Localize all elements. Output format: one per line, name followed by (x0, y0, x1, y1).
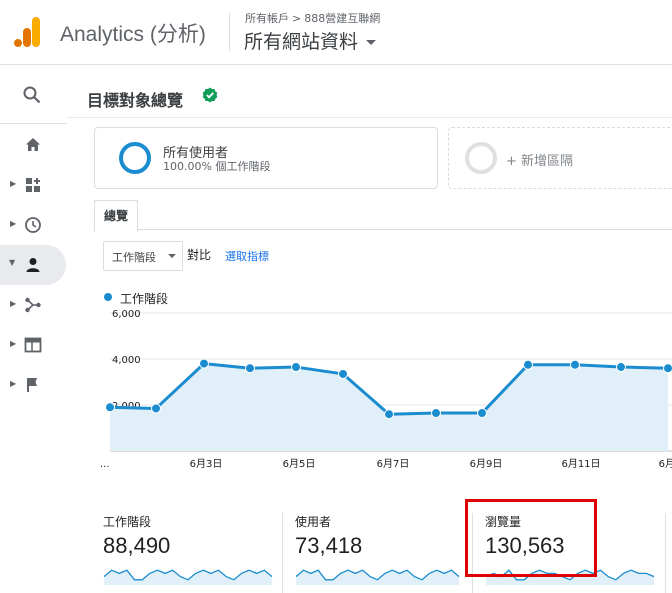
person-icon[interactable] (24, 256, 42, 274)
breadcrumb-property[interactable]: 888營建互聯網 (304, 12, 380, 25)
top-bar: Analytics (分析) 所有帳戶 >888營建互聯網 所有網站資料 (0, 0, 672, 65)
acquisition-icon[interactable] (24, 296, 42, 314)
scorecard-users[interactable]: 使用者 73,418 (295, 513, 465, 593)
home-icon[interactable] (24, 136, 42, 154)
select-metric-link[interactable]: 選取指標 (225, 248, 269, 264)
verified-check-icon (202, 87, 218, 103)
metric-dropdown-value[interactable]: 工作階段 (112, 249, 156, 265)
scorecard-value: 88,490 (103, 533, 171, 558)
data-point (431, 408, 441, 419)
data-point (151, 403, 161, 414)
data-point (384, 409, 394, 420)
sessions-line-chart[interactable]: 6,0004,0002,000... 6月3日 6月5日 6月7日 6月9日 6月11日 6… (100, 305, 672, 470)
vs-label: 對比 (187, 248, 212, 262)
segment-share: 100.00% 個工作階段 (163, 160, 271, 173)
x-tick-label: 6月3日 (190, 458, 223, 470)
x-tick-label: 6月11日 (561, 458, 600, 470)
collapse-arrow-icon[interactable]: ▼ (9, 258, 15, 267)
sparkline (295, 569, 460, 585)
highlight-box (465, 499, 597, 577)
sidebar-item-acquisition[interactable]: ▶ (0, 285, 67, 325)
segment-ring-icon (119, 142, 151, 174)
sidebar-item-customization[interactable]: ▶ (0, 165, 67, 205)
sidebar-item-search[interactable] (0, 76, 67, 116)
caret-down-icon[interactable] (366, 40, 377, 45)
x-tick-label: 6月9日 (470, 458, 503, 470)
metric-dropdown[interactable]: 工作階段 (103, 241, 183, 271)
scorecard-label: 使用者 (295, 515, 332, 529)
segment-card-all-users[interactable]: 所有使用者 100.00% 個工作階段 (94, 127, 438, 189)
series-area (110, 363, 668, 451)
sidebar-divider (0, 123, 67, 124)
data-point (523, 359, 533, 370)
page-title: 目標對象總覽 (87, 91, 184, 110)
sparkline (103, 569, 273, 585)
left-nav: ▶ ▶ ▼ ▶ ▶ ▶ (0, 65, 68, 593)
data-point (663, 363, 672, 374)
data-point (616, 362, 626, 373)
legend-marker (104, 293, 112, 301)
data-point (105, 402, 115, 413)
data-point (245, 363, 255, 374)
scorecard-sessions[interactable]: 工作階段 88,490 (103, 513, 278, 593)
y-tick-label: 4,000 (112, 355, 141, 366)
sidebar-item-behavior[interactable]: ▶ (0, 325, 67, 365)
x-tick-label: 6月1 (659, 458, 672, 470)
caret-down-icon[interactable] (168, 254, 176, 258)
search-icon[interactable] (23, 86, 41, 104)
expand-arrow-icon[interactable]: ▶ (10, 179, 16, 188)
x-tick-label: 6月5日 (283, 458, 316, 470)
expand-arrow-icon[interactable]: ▶ (10, 379, 16, 388)
scorecard-divider (665, 513, 666, 593)
analytics-logo-icon[interactable] (14, 17, 42, 47)
title-divider (67, 117, 672, 118)
view-selector[interactable]: 所有網站資料 (244, 27, 377, 54)
behavior-icon[interactable] (24, 336, 42, 354)
sidebar-item-home[interactable] (0, 125, 67, 165)
header-divider (229, 13, 230, 51)
clock-icon[interactable] (24, 216, 42, 234)
main-content: 目標對象總覽 所有使用者 100.00% 個工作階段 + 新增區隔 總覽 工作階… (67, 65, 672, 593)
y-tick-label: 6,000 (112, 309, 141, 320)
tab-underline (94, 229, 672, 230)
add-segment-button[interactable]: + 新增區隔 (448, 127, 672, 189)
tab-overview[interactable]: 總覽 (94, 200, 138, 232)
breadcrumb-account[interactable]: 所有帳戶 (245, 12, 289, 25)
data-point (199, 358, 209, 369)
empty-ring-icon (465, 142, 497, 174)
expand-arrow-icon[interactable]: ▶ (10, 299, 16, 308)
sidebar-item-conversions[interactable]: ▶ (0, 365, 67, 405)
data-point (338, 368, 348, 379)
sidebar-item-realtime[interactable]: ▶ (0, 205, 67, 245)
scorecard-label: 工作階段 (103, 515, 152, 529)
product-name: Analytics (分析) (60, 23, 206, 46)
dashboard-icon[interactable] (24, 176, 42, 194)
data-point (477, 408, 487, 419)
x-tick-label: ... (100, 459, 110, 470)
view-name[interactable]: 所有網站資料 (244, 31, 358, 53)
scorecard-value: 73,418 (295, 533, 363, 558)
add-segment-label[interactable]: + 新增區隔 (506, 150, 573, 169)
breadcrumb[interactable]: 所有帳戶 >888營建互聯網 (245, 10, 380, 26)
chevron-right-icon: > (292, 12, 302, 25)
scorecard-divider (282, 513, 283, 593)
data-point (570, 359, 580, 370)
data-point (291, 362, 301, 373)
sidebar-item-audience[interactable]: ▼ (0, 245, 66, 285)
expand-arrow-icon[interactable]: ▶ (10, 219, 16, 228)
expand-arrow-icon[interactable]: ▶ (10, 339, 16, 348)
flag-icon[interactable] (24, 376, 42, 394)
x-tick-label: 6月7日 (377, 458, 410, 470)
